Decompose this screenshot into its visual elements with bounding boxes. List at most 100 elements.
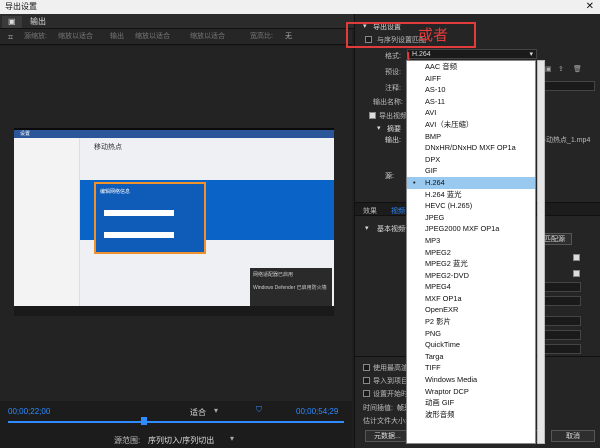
tab-monitor-icon[interactable]: ▣ [2, 16, 22, 28]
end-timecode[interactable]: 00;00;54;29 [296, 407, 338, 416]
format-option[interactable]: Wraptor DCP [407, 386, 535, 398]
format-option[interactable]: GIF [407, 165, 535, 177]
import-preset-icon[interactable]: ⇪ [558, 65, 564, 73]
annotation-box [346, 22, 476, 48]
set-start-tc-checkbox[interactable] [363, 390, 370, 397]
start-timecode[interactable]: 00;00;22;00 [8, 407, 50, 416]
format-option[interactable]: MP3 [407, 235, 535, 247]
format-option[interactable]: AVI（未压缩） [407, 119, 535, 131]
max-render-checkbox[interactable] [363, 364, 370, 371]
format-option[interactable]: 动画 GIF [407, 397, 535, 409]
format-option[interactable]: AS-11 [407, 96, 535, 108]
chevron-down-icon[interactable]: ▾ [365, 224, 369, 232]
output-label: 输出: [385, 137, 401, 144]
interp-label: 时间插值: [363, 405, 393, 412]
chevron-down-icon[interactable]: ▾ [214, 406, 218, 415]
preview-toast-body: Windows Defender 已启用防火墙 [253, 285, 327, 291]
preview-toolbar: ⌗ 源缩放: 缩放以适合 输出 缩放以适合 缩放以适合 宽高比: 无 [0, 29, 352, 45]
format-option[interactable]: Targa [407, 351, 535, 363]
crop-icon[interactable]: ⌗ [8, 32, 13, 42]
preview-window: 设置 移动热点 编辑网络信息 网络适配器已启用 Windows Defender… [14, 130, 334, 306]
chevron-down-icon: ▾ [529, 51, 533, 58]
tab-effects[interactable]: 效果 [363, 206, 377, 216]
video-checkbox[interactable] [573, 270, 580, 277]
format-option[interactable]: HEVC (H.265) [407, 200, 535, 212]
dropdown-scrollbar[interactable] [537, 60, 545, 444]
preview-toast-title: 网络适配器已启用 [253, 272, 294, 278]
chevron-down-icon[interactable]: ▾ [230, 434, 234, 443]
format-option[interactable]: MPEG2 蓝光 [407, 258, 535, 270]
format-option[interactable]: PNG [407, 328, 535, 340]
format-option[interactable]: AVI [407, 107, 535, 119]
save-preset-icon[interactable]: ▣ [545, 65, 552, 73]
comment-field[interactable] [537, 81, 595, 91]
import-project-checkbox[interactable] [363, 377, 370, 384]
format-dropdown: AAC 音频 AIFF AS-10 AS-11 AVI AVI（未压缩） BMP DNxHR/… [406, 60, 536, 444]
format-option[interactable]: 波形音频 [407, 409, 535, 421]
format-label: 格式: [385, 53, 401, 60]
format-option[interactable]: OpenEXR [407, 304, 535, 316]
fit-select[interactable]: 适合 [190, 407, 206, 418]
close-icon[interactable]: ✕ [586, 0, 594, 14]
playhead[interactable] [141, 417, 147, 425]
format-option[interactable]: MXF OP1a [407, 293, 535, 305]
preview-heading: 移动热点 [94, 144, 122, 151]
range-label: 源范围: [114, 436, 141, 445]
title-bar: 导出设置 ✕ [0, 0, 600, 14]
preview-dialog: 编辑网络信息 [94, 182, 206, 254]
timeline-track[interactable] [8, 421, 344, 423]
comment-label: 注释: [385, 85, 401, 92]
window-title: 导出设置 [5, 2, 37, 11]
range-select[interactable]: 序列切入/序列切出 [148, 435, 214, 446]
toolbar-item[interactable]: 缩放以适合 [58, 32, 93, 42]
format-value: H.264 [412, 51, 431, 58]
video-checkbox[interactable] [573, 254, 580, 261]
delete-preset-icon[interactable]: 🗑 [573, 65, 582, 73]
metadata-button[interactable]: 元数据... [365, 430, 410, 442]
format-option[interactable]: Windows Media [407, 374, 535, 386]
format-option[interactable]: JPEG [407, 212, 535, 224]
format-option[interactable]: QuickTime [407, 339, 535, 351]
timeline: 00;00;22;00 适合 ▾ ⛉ 00;00;54;29 [0, 401, 352, 431]
output-name-label: 输出名称: [373, 99, 403, 106]
toolbar-item: 输出 [110, 33, 124, 40]
export-video-checkbox[interactable] [369, 112, 376, 119]
video-preview: 设置 移动热点 编辑网络信息 网络适配器已启用 Windows Defender… [14, 128, 334, 316]
format-option[interactable]: H.264 [407, 176, 535, 189]
toolbar-item: 源缩放: [24, 33, 47, 40]
format-option[interactable]: JPEG2000 MXF OP1a [407, 223, 535, 235]
marker-icon[interactable]: ⛉ [256, 405, 262, 415]
preview-dialog-input [104, 232, 174, 238]
preview-dialog-title: 编辑网络信息 [100, 189, 131, 195]
tab-output[interactable]: 输出 [24, 16, 52, 28]
format-option[interactable]: DPX [407, 154, 535, 166]
toolbar-item: 宽高比: [250, 33, 273, 40]
chevron-down-icon[interactable]: ▾ [377, 124, 381, 132]
format-option[interactable]: AIFF [407, 73, 535, 85]
tab-video[interactable]: 视频 [391, 206, 405, 216]
annotation-text: 或者 [418, 28, 449, 44]
toolbar-item[interactable]: 无 [285, 32, 292, 42]
toolbar-item[interactable]: 缩放以适合 [190, 32, 225, 42]
format-option[interactable]: H.264 蓝光 [407, 189, 535, 201]
toolbar-item[interactable]: 缩放以适合 [135, 32, 170, 42]
format-option[interactable]: P2 影片 [407, 316, 535, 328]
format-option[interactable]: TIFF [407, 362, 535, 374]
format-select[interactable]: H.264 ▾ [407, 49, 537, 59]
preset-label: 预设: [385, 69, 401, 76]
output-file-label: 移动热点_1.mp4 [539, 137, 591, 144]
format-option[interactable]: AS-10 [407, 84, 535, 96]
format-option[interactable]: MPEG2 [407, 247, 535, 259]
preview-taskbar [14, 306, 334, 316]
format-option[interactable]: BMP [407, 131, 535, 143]
preview-sidebar [14, 138, 80, 306]
file-size-label: 估计文件大小: [363, 418, 407, 425]
preview-window-title: 设置 [14, 130, 334, 138]
bottom-bar: 源范围: 序列切入/序列切出 ▾ [0, 431, 352, 448]
format-option[interactable]: AAC 音频 [407, 61, 535, 73]
cancel-button[interactable]: 取消 [551, 430, 595, 442]
source-label: 源: [385, 173, 394, 180]
format-option[interactable]: MPEG2-DVD [407, 270, 535, 282]
format-option[interactable]: MPEG4 [407, 281, 535, 293]
format-option[interactable]: DNxHR/DNxHD MXF OP1a [407, 142, 535, 154]
